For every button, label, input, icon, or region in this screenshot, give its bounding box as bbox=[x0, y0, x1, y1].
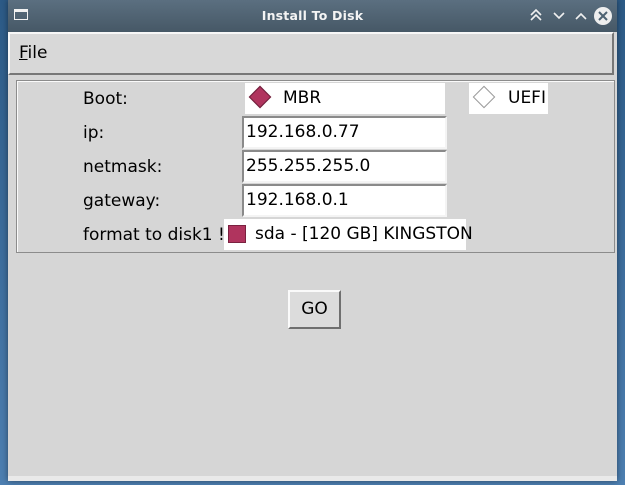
radio-unselected-indicator bbox=[472, 85, 496, 109]
netmask-input[interactable]: 255.255.255.0 bbox=[242, 150, 447, 183]
menu-file-mnemonic: F bbox=[19, 43, 28, 63]
window-title: Install To Disk bbox=[261, 8, 364, 23]
ip-input[interactable]: 192.168.0.77 bbox=[242, 116, 447, 149]
format-disk-option-label: sda - [120 GB] KINGSTON bbox=[255, 224, 473, 244]
title-bar[interactable]: Install To Disk bbox=[8, 0, 617, 32]
format-disk-checkbox[interactable]: sda - [120 GB] KINGSTON bbox=[224, 219, 473, 250]
boot-option-mbr-label: MBR bbox=[283, 88, 322, 108]
boot-label: Boot: bbox=[83, 89, 128, 109]
go-button[interactable]: GO bbox=[288, 290, 341, 329]
netmask-label: netmask: bbox=[83, 157, 163, 177]
boot-option-uefi[interactable]: UEFI bbox=[469, 83, 548, 114]
ip-label: ip: bbox=[83, 123, 105, 143]
close-icon bbox=[598, 11, 608, 21]
menu-bar: File bbox=[8, 32, 614, 75]
close-button[interactable] bbox=[594, 7, 612, 25]
menu-file[interactable]: File bbox=[19, 43, 47, 63]
menu-file-label: ile bbox=[27, 43, 48, 63]
format-disk-label: format to disk1 ! bbox=[83, 225, 225, 245]
keep-above-icon[interactable] bbox=[528, 8, 544, 24]
window-bottom-edge bbox=[8, 476, 617, 481]
boot-option-mbr[interactable]: MBR bbox=[245, 83, 445, 114]
install-to-disk-window: Install To Disk File Boot: MBR UEFI ip: … bbox=[8, 0, 617, 481]
boot-option-uefi-label: UEFI bbox=[508, 88, 546, 108]
minimize-icon[interactable] bbox=[551, 8, 567, 24]
maximize-icon[interactable] bbox=[573, 8, 589, 24]
checkbox-checked-indicator bbox=[228, 225, 246, 243]
gateway-input[interactable]: 192.168.0.1 bbox=[242, 184, 447, 217]
radio-selected-indicator bbox=[248, 85, 272, 109]
gateway-label: gateway: bbox=[83, 191, 161, 211]
